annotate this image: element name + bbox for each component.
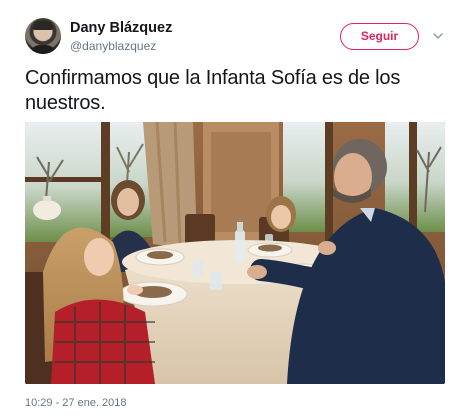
user-handle[interactable]: @danyblazquez	[70, 39, 156, 53]
tweet-text: Confirmamos que la Infanta Sofía es de l…	[25, 67, 401, 114]
avatar-shirt	[30, 45, 56, 54]
avatar-hair	[33, 21, 53, 30]
chevron-down-icon[interactable]	[432, 30, 444, 42]
tweet-photo[interactable]	[25, 122, 445, 384]
tweet-timestamp[interactable]: 10:29 - 27 ene. 2018	[25, 397, 127, 409]
avatar[interactable]	[25, 18, 61, 54]
family-lunch-photo	[25, 122, 445, 384]
tweet-header: Dany Blázquez @danyblazquez Seguir	[25, 18, 450, 60]
display-name[interactable]: Dany Blázquez	[70, 20, 172, 36]
follow-button[interactable]: Seguir	[340, 23, 419, 50]
tweet-card: Dany Blázquez @danyblazquez Seguir Confi…	[0, 0, 469, 418]
